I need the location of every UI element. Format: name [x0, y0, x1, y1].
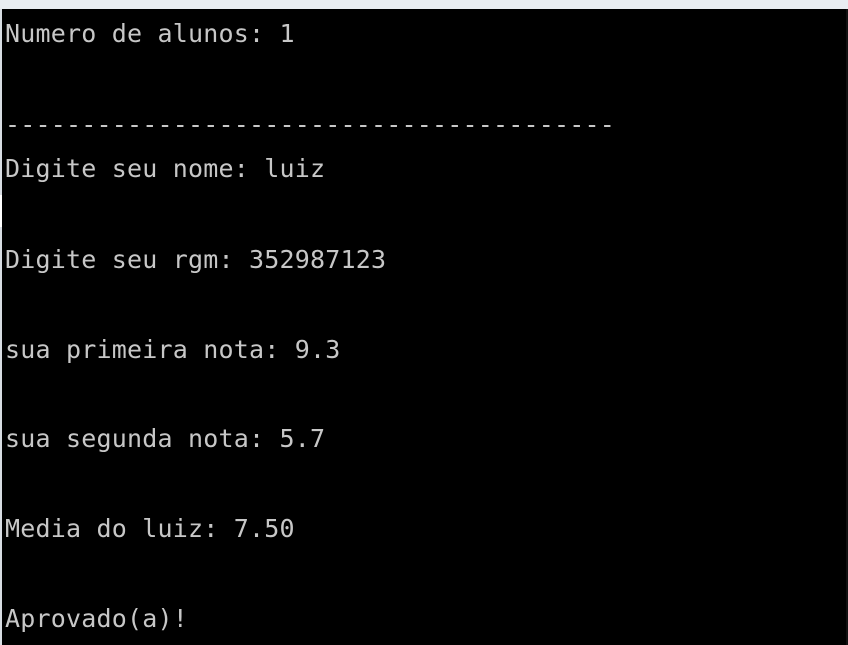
text-caret-mark — [0, 195, 2, 227]
window-top-border — [0, 0, 848, 9]
console-line-result: Aprovado(a)! — [5, 604, 189, 633]
console-line-name-prompt: Digite seu nome: luiz — [5, 154, 326, 183]
console-line-average: Media do luiz: 7.50 — [5, 514, 295, 543]
console-line-rgm-prompt: Digite seu rgm: 352987123 — [5, 245, 387, 274]
console-line-first-grade: sua primeira nota: 9.3 — [5, 335, 341, 364]
window-left-border — [0, 9, 2, 645]
console-line-number-of-students: Numero de alunos: 1 — [5, 19, 295, 48]
console-output: Numero de alunos: 1 --------------------… — [5, 9, 845, 645]
console-separator-line: ---------------------------------------- — [5, 110, 616, 139]
console-window: Numero de alunos: 1 --------------------… — [0, 0, 848, 645]
console-line-second-grade: sua segunda nota: 5.7 — [5, 424, 326, 453]
